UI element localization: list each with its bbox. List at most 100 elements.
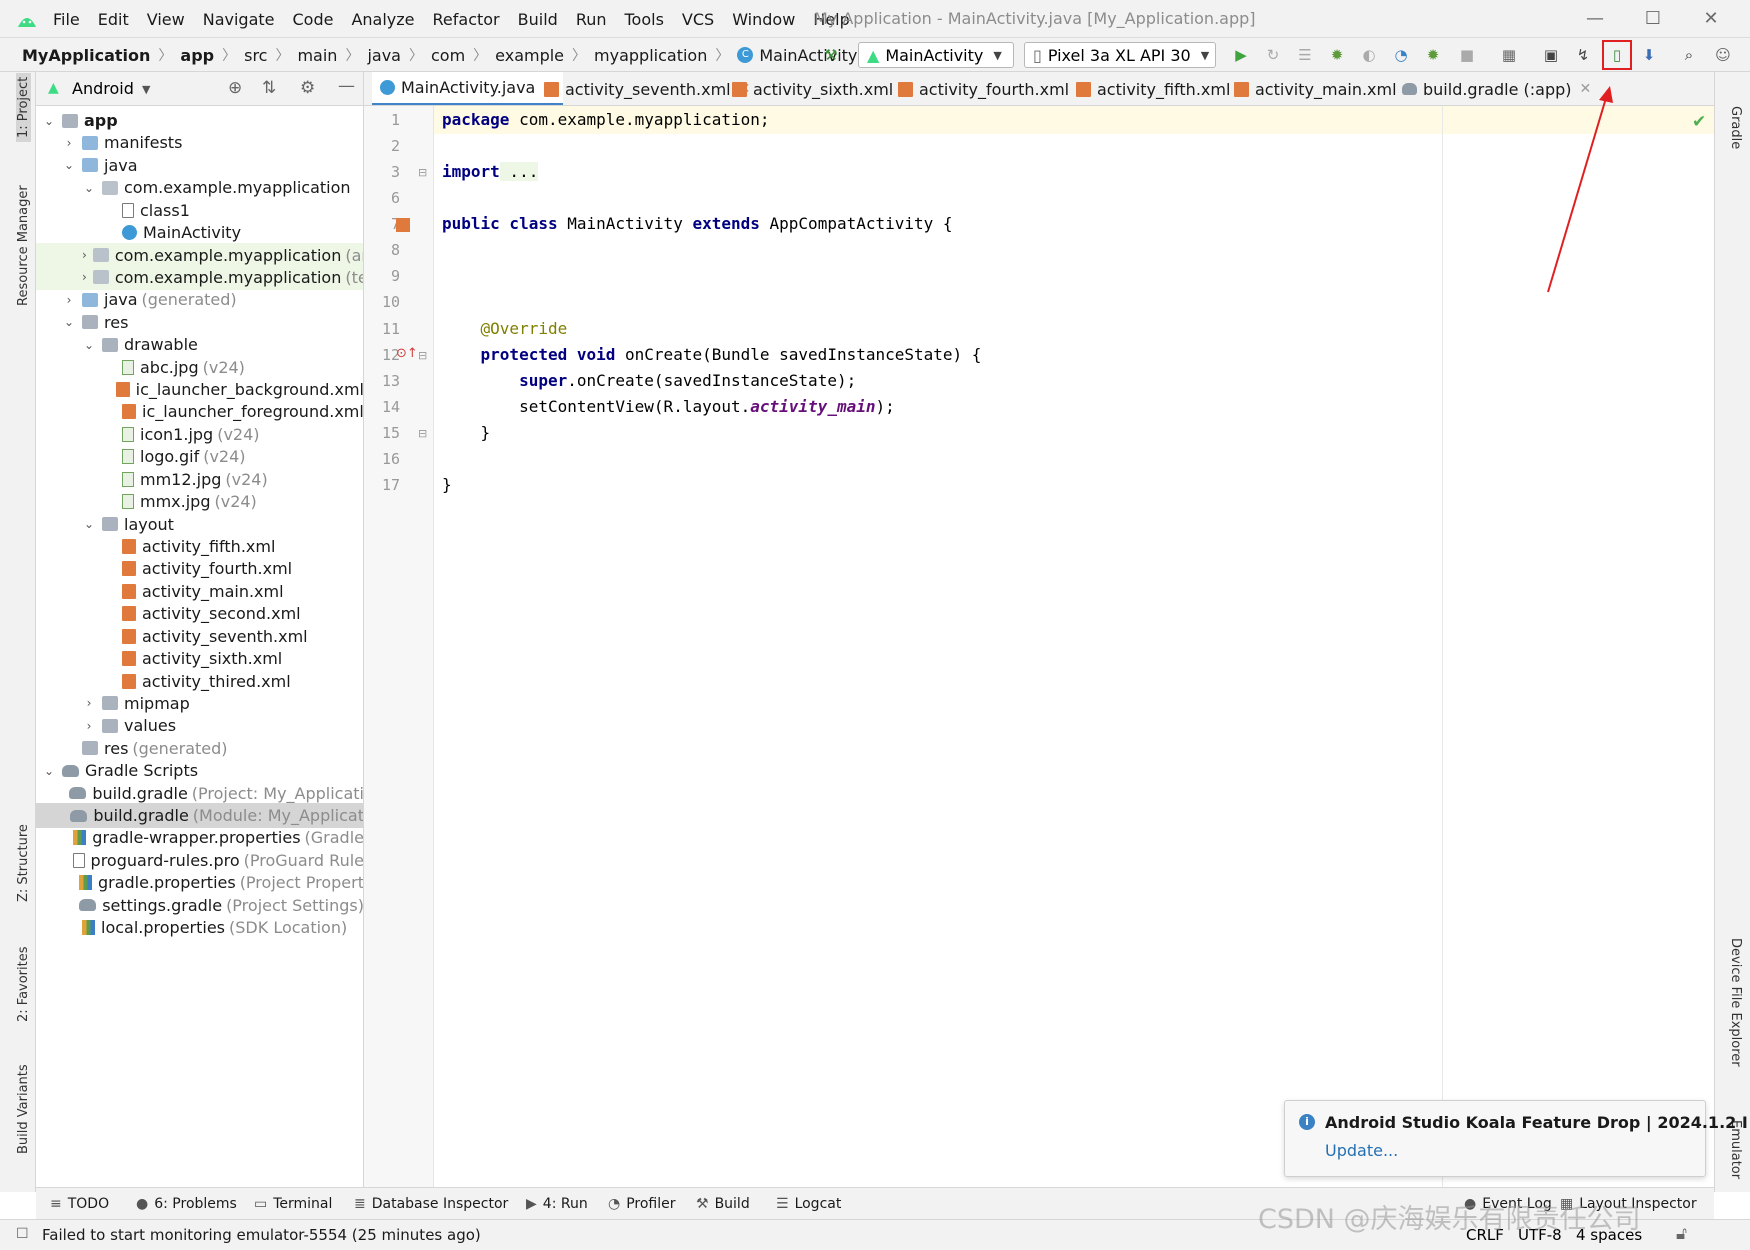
close-icon[interactable]: ✕ bbox=[1700, 8, 1722, 30]
tree-item[interactable]: ic_launcher_foreground.xml bbox=[36, 399, 363, 424]
maximize-icon[interactable]: ☐ bbox=[1642, 8, 1664, 30]
apply-changes-icon[interactable]: ↻ bbox=[1262, 45, 1284, 65]
breadcrumb-item[interactable]: main bbox=[297, 46, 337, 65]
chevron-right-icon[interactable]: › bbox=[82, 248, 87, 262]
tab-build-gradle-app-[interactable]: build.gradle (:app) ✕ bbox=[1394, 72, 1599, 105]
stop-icon[interactable]: ■ bbox=[1456, 45, 1478, 65]
tree-item[interactable]: › mipmap bbox=[36, 691, 363, 716]
chevron-down-icon[interactable]: ⌄ bbox=[62, 158, 76, 172]
code-editor[interactable]: 12367891011121314151617⊟⊟⊟⊙↑ package com… bbox=[364, 106, 1714, 1187]
run-config-dropdown[interactable]: ▲ MainActivity ▼ bbox=[858, 42, 1014, 68]
search-icon[interactable]: ⌕ bbox=[1678, 45, 1700, 65]
fold-icon[interactable]: ⊟ bbox=[418, 166, 427, 179]
tree-item[interactable]: gradle.properties (Project Propert bbox=[36, 870, 363, 895]
lock-icon[interactable]: 🔓︎ bbox=[1676, 1224, 1687, 1244]
tab-favorites[interactable]: 2: Favorites bbox=[16, 946, 31, 1022]
tree-item[interactable]: abc.jpg (v24) bbox=[36, 355, 363, 380]
project-structure-icon[interactable]: ▦ bbox=[1498, 45, 1520, 65]
menu-item-tools[interactable]: Tools bbox=[616, 10, 673, 29]
tree-item[interactable]: ⌄ Gradle Scripts bbox=[36, 758, 363, 783]
chevron-right-icon[interactable]: › bbox=[62, 293, 76, 307]
toggle-tool-windows-icon[interactable]: ☐ bbox=[16, 1226, 29, 1242]
breadcrumb-item[interactable]: example bbox=[495, 46, 564, 65]
profile-icon[interactable]: ◔ bbox=[1390, 45, 1412, 65]
bottom-tab-4-run[interactable]: ▶ 4: Run bbox=[526, 1196, 588, 1212]
menu-item-code[interactable]: Code bbox=[284, 10, 343, 29]
menu-item-file[interactable]: File bbox=[44, 10, 89, 29]
sync-gradle-icon[interactable]: ↯ bbox=[1572, 45, 1594, 65]
breadcrumb-item[interactable]: MyApplication bbox=[22, 46, 150, 65]
tree-item[interactable]: › manifests bbox=[36, 130, 363, 155]
tree-item[interactable]: gradle-wrapper.properties (Gradle bbox=[36, 825, 363, 850]
sdk-manager-icon[interactable]: ⬇ bbox=[1638, 45, 1660, 65]
tree-item[interactable]: ⌄ drawable bbox=[36, 332, 363, 357]
menu-item-navigate[interactable]: Navigate bbox=[194, 10, 284, 29]
chevron-down-icon[interactable]: ⌄ bbox=[82, 517, 96, 531]
tree-item[interactable]: ⌄ layout bbox=[36, 512, 363, 537]
attach-debugger-icon[interactable]: ✹ bbox=[1422, 45, 1444, 65]
tree-item[interactable]: ⌄ java bbox=[36, 153, 363, 178]
breadcrumb-item[interactable]: app bbox=[180, 46, 214, 65]
bottom-tab-terminal[interactable]: ▭ Terminal bbox=[254, 1196, 332, 1212]
tree-item[interactable]: MainActivity bbox=[36, 220, 363, 245]
debug-icon[interactable]: ✹ bbox=[1326, 45, 1348, 65]
tree-item[interactable]: activity_main.xml bbox=[36, 579, 363, 604]
breadcrumb-item[interactable]: java bbox=[367, 46, 401, 65]
tree-item[interactable]: activity_second.xml bbox=[36, 601, 363, 626]
chevron-down-icon[interactable]: ⌄ bbox=[42, 764, 56, 778]
tree-item[interactable]: class1 bbox=[36, 198, 363, 223]
bottom-tab-database-inspector[interactable]: ≣ Database Inspector bbox=[354, 1196, 508, 1212]
tab-project[interactable]: 1: Project bbox=[16, 72, 31, 142]
menu-item-build[interactable]: Build bbox=[509, 10, 567, 29]
project-view-selector[interactable]: Android bbox=[72, 79, 134, 98]
menu-item-vcs[interactable]: VCS bbox=[673, 10, 723, 29]
tree-item[interactable]: ⌄ com.example.myapplication bbox=[36, 175, 363, 200]
menu-item-refactor[interactable]: Refactor bbox=[424, 10, 509, 29]
breadcrumb-item[interactable]: MainActivity bbox=[759, 46, 857, 65]
tab-build-variants[interactable]: Build Variants bbox=[16, 1064, 31, 1154]
tree-item[interactable]: › com.example.myapplication(te bbox=[36, 264, 363, 290]
tree-item[interactable]: icon1.jpg (v24) bbox=[36, 422, 363, 447]
menu-item-analyze[interactable]: Analyze bbox=[342, 10, 423, 29]
tab-resource-manager[interactable]: Resource Manager bbox=[16, 185, 31, 306]
close-tab-icon[interactable]: ✕ bbox=[1580, 81, 1592, 97]
tree-item[interactable]: ic_launcher_background.xml bbox=[36, 377, 363, 402]
update-link[interactable]: Update... bbox=[1325, 1141, 1398, 1160]
device-dropdown[interactable]: ▯ Pixel 3a XL API 30 ▼ bbox=[1024, 42, 1216, 68]
chevron-right-icon[interactable]: › bbox=[82, 696, 96, 710]
apply-code-changes-icon[interactable]: ☰ bbox=[1294, 45, 1316, 65]
breadcrumb-item[interactable]: com bbox=[431, 46, 465, 65]
layout-gutter-icon[interactable] bbox=[396, 218, 410, 232]
chevron-down-icon[interactable]: ⌄ bbox=[82, 181, 96, 195]
overrides-method-icon[interactable]: ⊙↑ bbox=[396, 346, 418, 361]
menu-item-edit[interactable]: Edit bbox=[89, 10, 138, 29]
run-icon[interactable]: ▶ bbox=[1230, 45, 1252, 65]
tree-item[interactable]: mmx.jpg (v24) bbox=[36, 489, 363, 514]
fold-icon[interactable]: ⊟ bbox=[418, 427, 427, 440]
locate-file-icon[interactable]: ⊕ bbox=[228, 78, 242, 98]
tree-item[interactable]: ⌄ res bbox=[36, 310, 363, 335]
make-project-hammer-icon[interactable]: ⚒ bbox=[820, 45, 842, 65]
menu-item-run[interactable]: Run bbox=[567, 10, 616, 29]
bottom-tab-build[interactable]: ⚒ Build bbox=[696, 1196, 750, 1212]
tree-item[interactable]: local.properties (SDK Location) bbox=[36, 915, 363, 940]
tree-item[interactable]: build.gradle (Module: My_Applicat bbox=[36, 803, 363, 829]
user-icon[interactable]: ☺ bbox=[1712, 45, 1734, 65]
tab-mainactivity-java[interactable]: MainActivity.java✕ bbox=[372, 72, 564, 105]
tree-item[interactable]: › values bbox=[36, 713, 363, 738]
tree-item[interactable]: activity_seventh.xml bbox=[36, 624, 363, 649]
chevron-right-icon[interactable]: › bbox=[82, 270, 87, 284]
tree-item[interactable]: mm12.jpg (v24) bbox=[36, 467, 363, 492]
tree-item[interactable]: build.gradle (Project: My_Applicati bbox=[36, 781, 363, 806]
chevron-down-icon[interactable]: ▼ bbox=[142, 83, 150, 96]
gear-icon[interactable]: ⚙ bbox=[300, 78, 315, 98]
tree-item[interactable]: activity_sixth.xml bbox=[36, 646, 363, 671]
chevron-down-icon[interactable]: ⌄ bbox=[62, 315, 76, 329]
breadcrumb-item[interactable]: src bbox=[244, 46, 267, 65]
tree-item[interactable]: ⌄ app bbox=[36, 108, 363, 133]
tree-item[interactable]: logo.gif (v24) bbox=[36, 444, 363, 469]
tree-item[interactable]: › com.example.myapplication(ar bbox=[36, 242, 363, 268]
tree-item[interactable]: activity_thired.xml bbox=[36, 669, 363, 694]
tree-item[interactable]: activity_fourth.xml bbox=[36, 556, 363, 581]
minimize-icon[interactable]: — bbox=[1584, 8, 1606, 30]
